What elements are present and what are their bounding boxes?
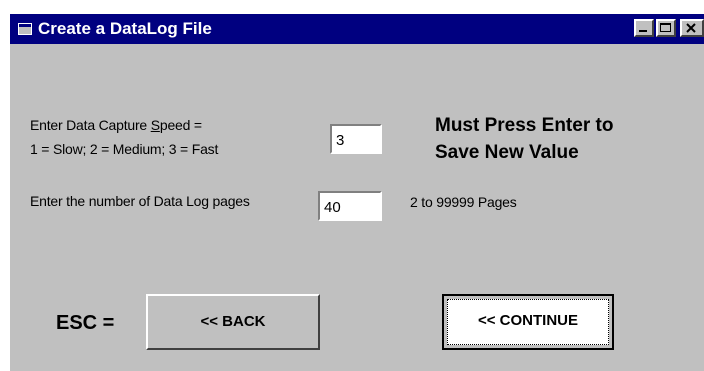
speed-label-prefix: Enter Data Capture	[30, 117, 151, 133]
speed-label-accelerator: S	[150, 117, 160, 133]
enter-warning-line1: Must Press Enter to	[435, 115, 614, 136]
speed-options-label: 1 = Slow; 2 = Medium; 3 = Fast	[30, 141, 219, 157]
window-title: Create a DataLog File	[38, 19, 212, 38]
speed-label-suffix: peed =	[159, 117, 202, 133]
capture-speed-input[interactable]	[330, 124, 382, 154]
close-button[interactable]	[680, 19, 704, 37]
maximize-icon	[660, 23, 671, 32]
enter-warning-line2: Save New Value	[435, 142, 579, 163]
minimize-icon	[639, 30, 647, 32]
back-button[interactable]: << BACK	[146, 294, 320, 350]
title-bar[interactable]: Create a DataLog File	[10, 14, 704, 44]
continue-focus-rect: << CONTINUE	[447, 299, 609, 345]
continue-button[interactable]: << CONTINUE	[442, 294, 614, 350]
minimize-button[interactable]	[634, 19, 654, 37]
speed-label: Enter Data Capture Speed =	[30, 117, 202, 133]
back-button-label: << BACK	[200, 313, 266, 330]
maximize-button[interactable]	[656, 19, 676, 37]
esc-shortcut-label: ESC =	[56, 312, 115, 334]
app-window-icon	[18, 22, 32, 35]
pages-label: Enter the number of Data Log pages	[30, 193, 250, 209]
continue-button-label: << CONTINUE	[477, 312, 579, 329]
close-icon	[686, 23, 696, 33]
log-pages-input[interactable]	[318, 191, 382, 221]
pages-range-hint: 2 to 99999 Pages	[410, 194, 517, 210]
datalog-dialog-window: Create a DataLog File Enter Data Capture…	[10, 14, 704, 371]
